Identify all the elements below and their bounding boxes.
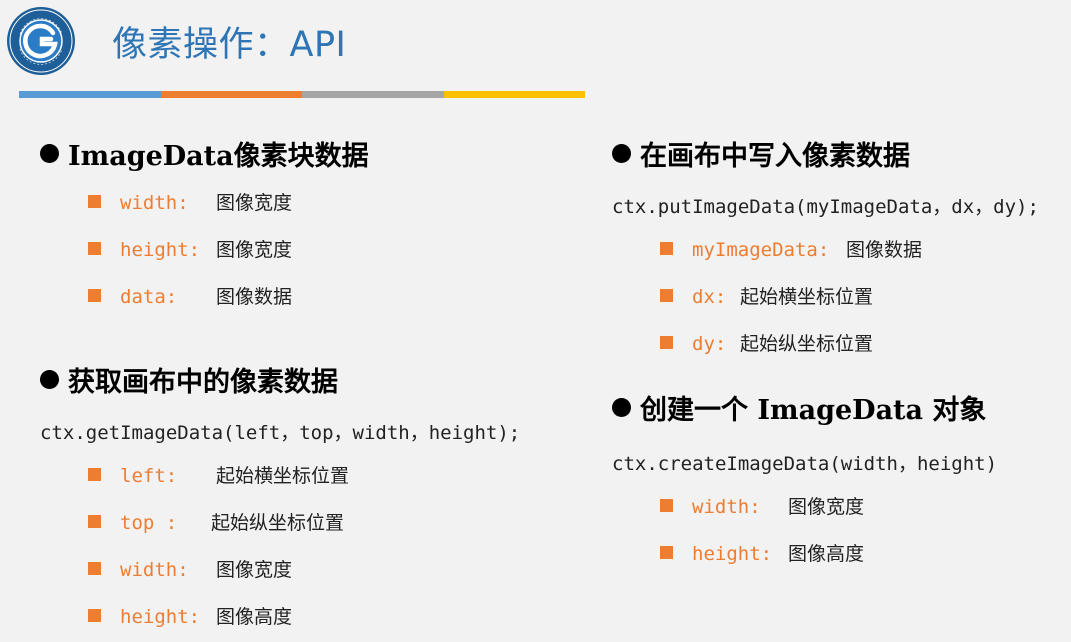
list-item: dx: 起始横坐标位置 — [660, 283, 873, 311]
section-heading-createimagedata: 创建一个 ImageData 对象 — [612, 388, 986, 427]
section-heading-imagedata: ImageData像素块数据 — [40, 134, 369, 173]
code-line-getimagedata: ctx.getImageData(left，top，width，height); — [40, 422, 521, 444]
bullet-dot-icon — [40, 370, 59, 389]
square-bullet-icon — [88, 609, 101, 622]
list-item: height: 图像高度 — [660, 540, 864, 568]
list-item: height: 图像高度 — [88, 603, 292, 631]
list-item: top : 起始纵坐标位置 — [88, 509, 344, 537]
section-heading-putimagedata: 在画布中写入像素数据 — [612, 134, 910, 173]
list-item: myImageData: 图像数据 — [660, 236, 922, 264]
list-item: dy: 起始纵坐标位置 — [660, 330, 873, 358]
list-item: width: 图像宽度 — [88, 189, 292, 217]
bullet-dot-icon — [612, 144, 631, 163]
title-underline — [19, 91, 585, 98]
square-bullet-icon — [88, 242, 101, 255]
square-bullet-icon — [88, 515, 101, 528]
list-item: width: 图像宽度 — [660, 493, 864, 521]
code-line-createimagedata: ctx.createImageData(width，height) — [612, 453, 998, 475]
list-item: left: 起始横坐标位置 — [88, 462, 349, 490]
bullet-dot-icon — [40, 144, 59, 163]
square-bullet-icon — [88, 289, 101, 302]
code-line-putimagedata: ctx.putImageData(myImageData，dx，dy); — [612, 196, 1039, 218]
section-heading-getimagedata: 获取画布中的像素数据 — [40, 360, 338, 399]
square-bullet-icon — [88, 468, 101, 481]
square-bullet-icon — [660, 499, 673, 512]
logo-icon — [7, 7, 75, 75]
list-item: height: 图像宽度 — [88, 236, 292, 264]
square-bullet-icon — [660, 242, 673, 255]
bullet-dot-icon — [612, 398, 631, 417]
square-bullet-icon — [88, 195, 101, 208]
square-bullet-icon — [660, 289, 673, 302]
page-title: 像素操作：API — [112, 25, 347, 65]
list-item: data: 图像数据 — [88, 283, 292, 311]
square-bullet-icon — [660, 546, 673, 559]
square-bullet-icon — [88, 562, 101, 575]
list-item: width: 图像宽度 — [88, 556, 292, 584]
square-bullet-icon — [660, 336, 673, 349]
